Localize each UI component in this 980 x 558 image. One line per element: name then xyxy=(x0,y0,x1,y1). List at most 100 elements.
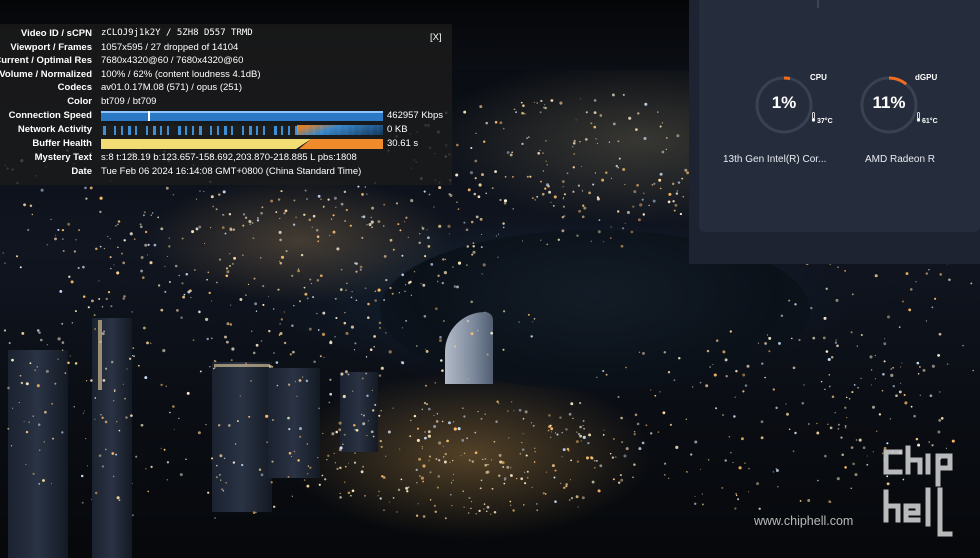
city-light xyxy=(732,461,734,464)
city-light xyxy=(410,199,414,203)
city-light xyxy=(252,237,255,240)
city-light xyxy=(634,413,638,417)
city-light xyxy=(636,183,639,187)
city-light xyxy=(25,430,29,434)
city-light xyxy=(812,336,816,340)
city-light xyxy=(602,241,604,243)
city-light xyxy=(109,238,111,240)
city-light xyxy=(883,342,887,346)
city-light xyxy=(239,395,241,397)
city-light xyxy=(316,235,320,238)
city-light xyxy=(98,454,102,457)
city-light xyxy=(206,337,209,341)
city-light xyxy=(218,473,221,476)
city-light xyxy=(150,214,153,216)
city-light xyxy=(157,216,160,219)
connection-speed-line xyxy=(101,111,383,113)
city-light xyxy=(78,229,81,232)
city-light xyxy=(605,373,608,376)
city-light xyxy=(279,238,282,242)
city-light xyxy=(278,230,282,234)
city-light xyxy=(521,111,524,115)
city-light xyxy=(363,494,366,497)
city-light xyxy=(275,211,278,214)
city-light xyxy=(299,435,302,438)
city-light xyxy=(101,465,105,468)
city-light xyxy=(645,424,648,427)
city-light xyxy=(862,446,866,450)
city-light xyxy=(261,206,264,209)
city-light xyxy=(871,405,876,409)
city-light xyxy=(722,350,726,354)
city-light xyxy=(225,267,229,270)
city-light xyxy=(937,430,941,434)
city-light xyxy=(850,446,854,449)
city-light xyxy=(173,428,175,430)
city-light xyxy=(521,448,525,451)
city-light xyxy=(168,245,171,248)
city-light xyxy=(886,315,891,319)
city-light xyxy=(293,450,296,453)
city-light xyxy=(222,214,224,216)
city-light xyxy=(951,439,955,443)
city-light xyxy=(429,498,432,501)
city-light xyxy=(487,463,489,466)
cpu-usage-gauge[interactable]: 1% xyxy=(754,75,814,135)
gpu-usage-gauge[interactable]: 11% xyxy=(859,75,919,135)
city-light xyxy=(427,236,430,240)
city-light xyxy=(624,222,626,224)
connection-speed-graph xyxy=(101,111,383,121)
city-light xyxy=(421,408,424,411)
city-light xyxy=(621,227,625,230)
city-light xyxy=(143,326,146,330)
city-light xyxy=(317,194,321,198)
city-light xyxy=(562,186,564,188)
city-light xyxy=(44,410,47,414)
city-light xyxy=(910,288,913,291)
city-light xyxy=(792,450,795,453)
city-light xyxy=(197,431,201,435)
stats-label: Connection Speed xyxy=(8,110,92,121)
city-light xyxy=(371,206,375,210)
city-light xyxy=(82,295,86,298)
city-light xyxy=(425,384,427,387)
city-light xyxy=(844,406,847,409)
city-light xyxy=(561,456,563,458)
city-light xyxy=(180,316,183,319)
city-light xyxy=(746,364,750,368)
city-light xyxy=(895,394,898,398)
city-light xyxy=(186,391,190,395)
network-activity-value: 0 KB xyxy=(387,124,408,135)
city-light xyxy=(122,383,124,385)
city-light xyxy=(334,462,337,464)
city-light xyxy=(669,423,672,426)
city-light xyxy=(457,427,461,431)
city-light xyxy=(343,433,346,436)
city-light xyxy=(409,280,412,284)
city-light xyxy=(531,486,533,489)
city-light xyxy=(455,173,459,177)
city-light xyxy=(133,238,136,240)
city-light xyxy=(377,220,381,223)
city-light xyxy=(296,395,298,398)
network-activity-bar xyxy=(160,126,162,135)
city-light xyxy=(724,358,728,362)
stats-value: 1057x595 / 27 dropped of 14104 xyxy=(101,42,239,53)
stats-value[interactable]: zCLOJ9j1k2Y / 5ZH8 D557 TRMD xyxy=(101,27,253,41)
city-light xyxy=(540,239,542,241)
city-light xyxy=(463,415,466,418)
city-light xyxy=(367,420,370,422)
city-light xyxy=(435,420,439,423)
city-light xyxy=(287,383,291,386)
city-light xyxy=(99,210,102,214)
city-light xyxy=(473,192,477,196)
city-light xyxy=(122,297,125,300)
city-light xyxy=(678,356,681,360)
city-light xyxy=(57,358,59,360)
city-light xyxy=(938,332,942,336)
city-light xyxy=(130,414,133,417)
city-light xyxy=(362,465,365,468)
city-light xyxy=(248,219,252,224)
city-light xyxy=(481,173,484,177)
city-light xyxy=(52,437,54,440)
